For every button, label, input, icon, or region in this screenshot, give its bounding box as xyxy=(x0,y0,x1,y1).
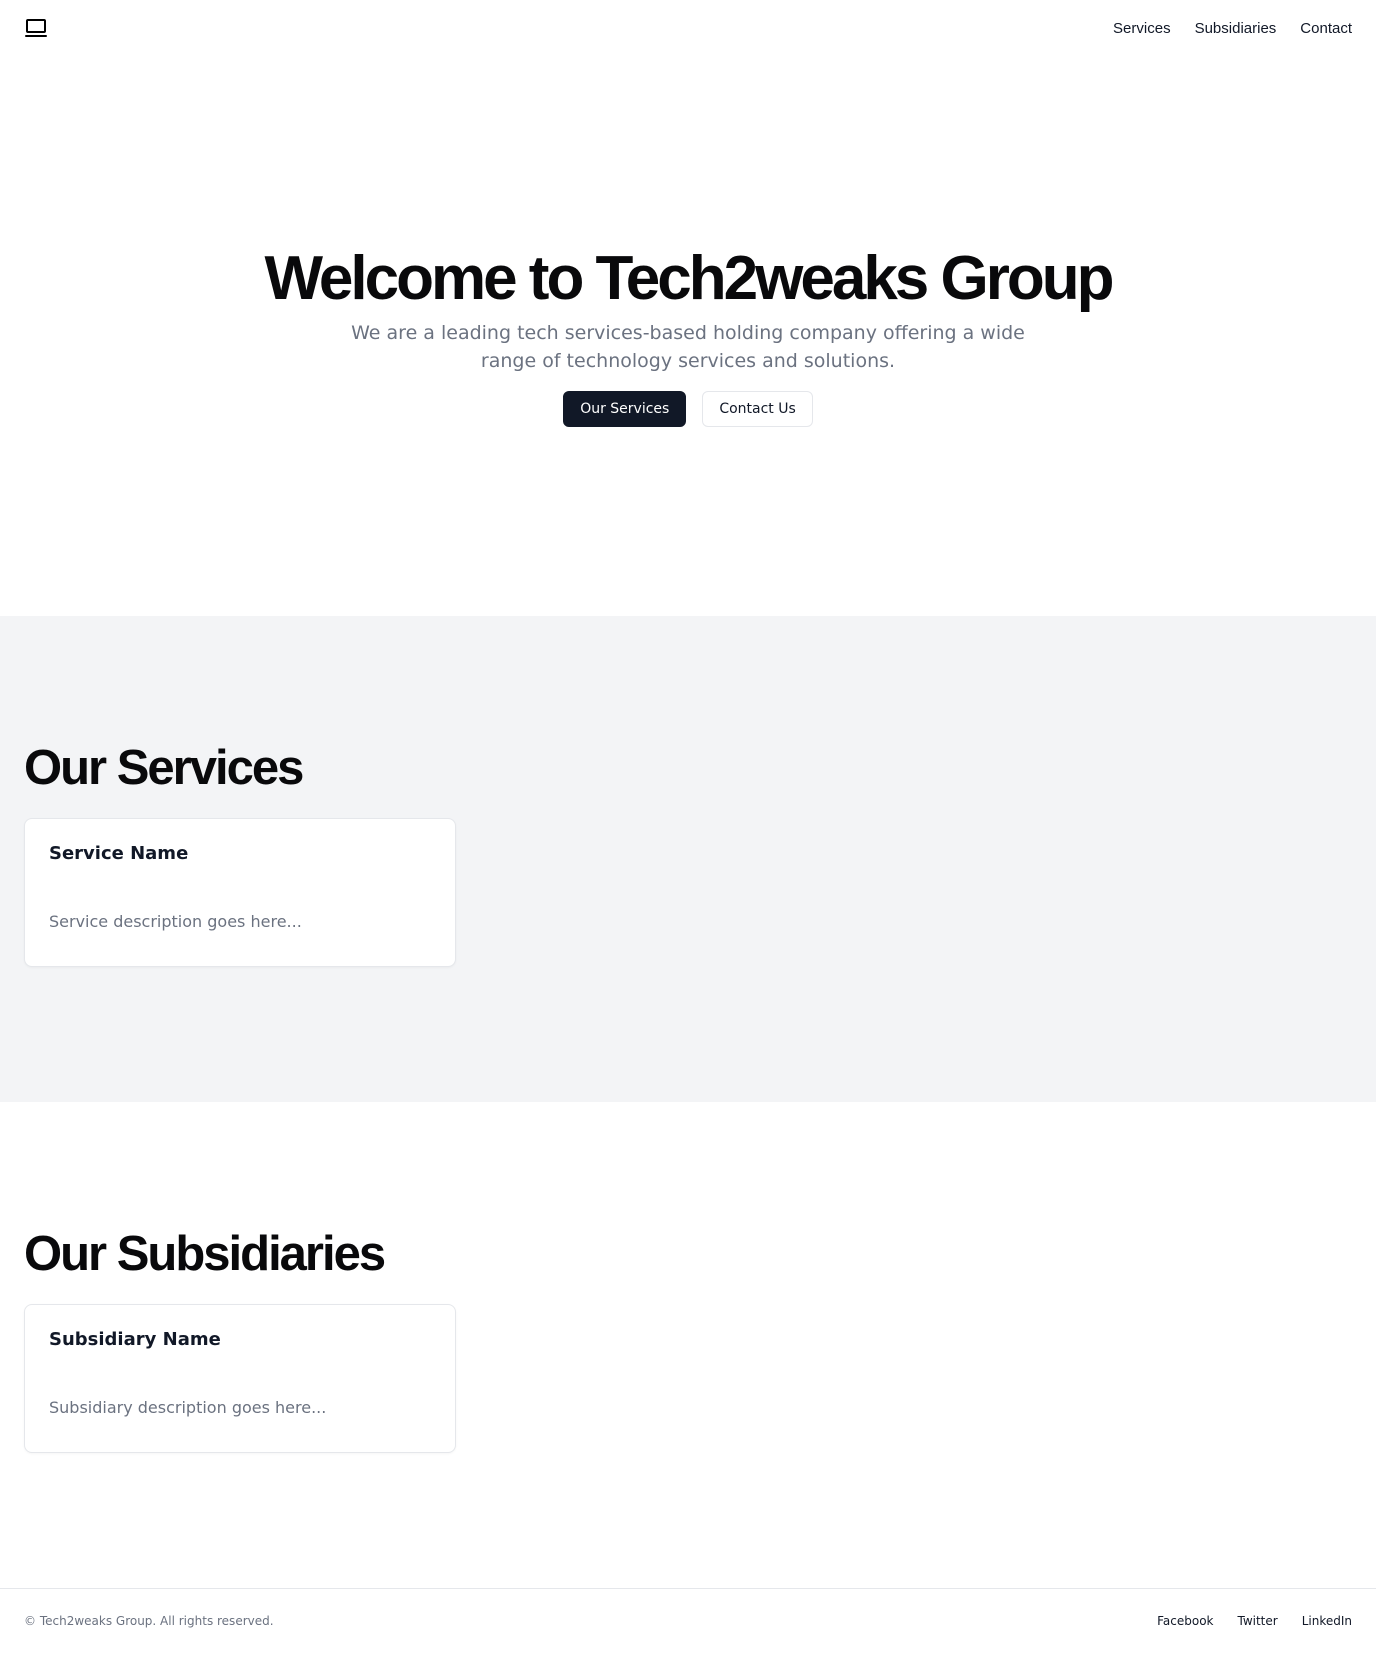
services-heading: Our Services xyxy=(24,741,304,795)
main-nav: Services Subsidiaries Contact xyxy=(1113,20,1352,37)
contact-us-button[interactable]: Contact Us xyxy=(702,391,813,428)
footer-link-facebook[interactable]: Facebook xyxy=(1157,1614,1213,1628)
nav-link-contact[interactable]: Contact xyxy=(1300,20,1352,37)
services-section: Our Services Service Name Service descri… xyxy=(0,616,1376,1102)
site-header: Services Subsidiaries Contact xyxy=(0,0,1376,56)
hero-actions: Our Services Contact Us xyxy=(563,391,813,428)
subsidiary-card-title: Subsidiary Name xyxy=(49,1328,221,1350)
subsidiaries-section: Our Subsidiaries Subsidiary Name Subsidi… xyxy=(0,1102,1376,1588)
site-footer: © Tech2weaks Group. All rights reserved.… xyxy=(0,1588,1376,1653)
hero-section: Welcome to Tech2weaks Group We are a lea… xyxy=(0,56,1376,616)
footer-link-linkedin[interactable]: LinkedIn xyxy=(1302,1614,1352,1628)
our-services-button[interactable]: Our Services xyxy=(563,391,687,428)
nav-link-services[interactable]: Services xyxy=(1113,20,1171,37)
hero-title: Welcome to Tech2weaks Group xyxy=(264,243,1115,313)
nav-link-subsidiaries[interactable]: Subsidiaries xyxy=(1195,20,1277,37)
footer-link-twitter[interactable]: Twitter xyxy=(1237,1614,1277,1628)
subsidiary-card: Subsidiary Name Subsidiary description g… xyxy=(24,1303,456,1453)
service-card-description: Service description goes here... xyxy=(49,911,302,931)
subsidiary-card-description: Subsidiary description goes here... xyxy=(49,1397,327,1417)
laptop-icon xyxy=(25,19,47,37)
copyright-text: © Tech2weaks Group. All rights reserved. xyxy=(24,1614,274,1628)
footer-links: Facebook Twitter LinkedIn xyxy=(1157,1614,1352,1628)
logo-link[interactable] xyxy=(24,16,48,40)
service-card: Service Name Service description goes he… xyxy=(24,817,456,967)
hero-subtitle: We are a leading tech services-based hol… xyxy=(351,322,1025,373)
service-card-title: Service Name xyxy=(49,842,189,864)
subsidiaries-heading: Our Subsidiaries xyxy=(24,1227,386,1281)
